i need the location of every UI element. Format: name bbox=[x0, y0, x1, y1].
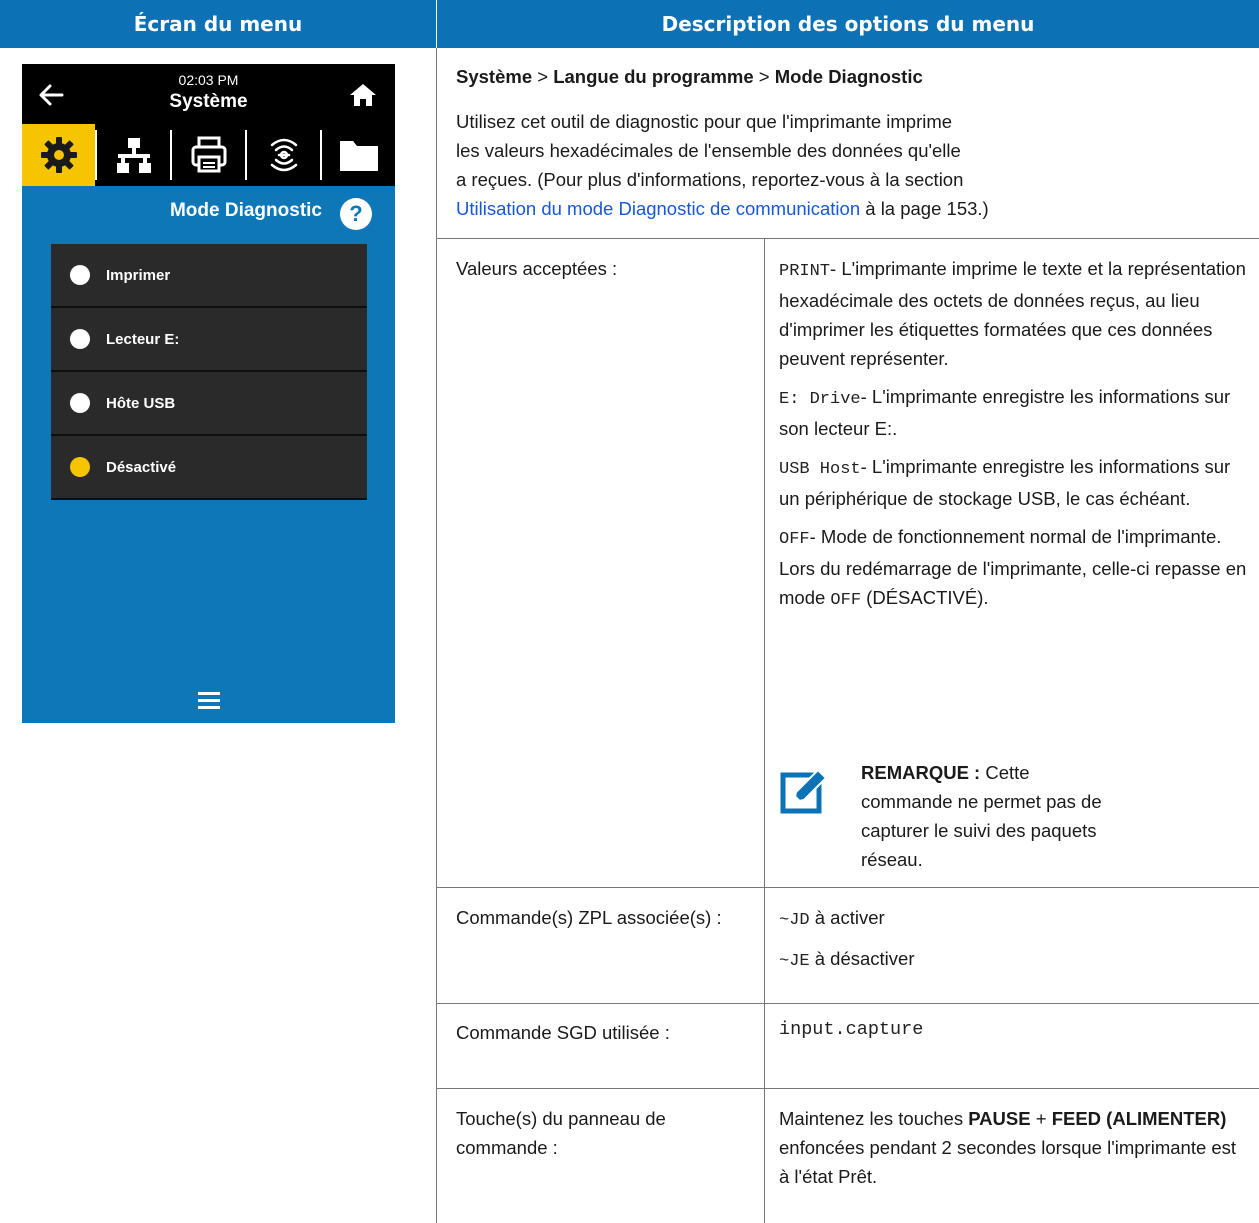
option-label: Imprimer bbox=[106, 266, 171, 284]
row-divider bbox=[437, 1003, 1259, 1004]
display-time: 02:03 PM bbox=[178, 72, 239, 88]
option-label: Hôte USB bbox=[106, 394, 176, 412]
wireless-icon bbox=[270, 138, 297, 172]
note-text: REMARQUE : Cette commande ne permet pas … bbox=[861, 762, 1102, 870]
header-menu-screen: Écran du menu bbox=[0, 0, 436, 48]
control-panel-keys-cell: Maintenez les touches PAUSE + FEED (ALIM… bbox=[779, 1108, 1237, 1187]
gear-icon bbox=[40, 137, 77, 173]
row-divider bbox=[437, 238, 1259, 239]
option-label: Désactivé bbox=[106, 458, 177, 476]
intro-paragraph: Utilisez cet outil de diagnostic pour qu… bbox=[456, 111, 989, 219]
option-label: Lecteur E: bbox=[106, 330, 180, 348]
row-label-zpl: Commande(s) ZPL associée(s) : bbox=[456, 907, 722, 928]
tab-printer[interactable] bbox=[172, 124, 245, 186]
display-subtitle: Mode Diagnostic bbox=[169, 200, 322, 221]
radio-icon bbox=[70, 329, 90, 349]
note-pencil-icon bbox=[780, 768, 828, 814]
header-menu-description: Description des options du menu bbox=[437, 0, 1259, 48]
display-tab-bar bbox=[22, 124, 395, 186]
help-icon[interactable]: ? bbox=[340, 198, 372, 230]
section-link[interactable]: Utilisation du mode Diagnostic de commun… bbox=[456, 198, 860, 219]
manual-page: Écran du menu Description des options du… bbox=[0, 0, 1259, 1223]
tab-network[interactable] bbox=[97, 124, 170, 186]
column-divider bbox=[436, 48, 437, 1223]
option-list: Imprimer Lecteur E: Hôte USB Désactivé bbox=[51, 244, 367, 500]
display-subheader: Mode Diagnostic ? bbox=[22, 186, 395, 242]
tab-connection[interactable] bbox=[247, 124, 320, 186]
row-label-sgd: Commande SGD utilisée : bbox=[456, 1022, 670, 1043]
folder-icon bbox=[339, 141, 378, 171]
row-divider bbox=[437, 887, 1259, 888]
option-e-drive[interactable]: Lecteur E: bbox=[51, 308, 367, 372]
tab-system[interactable] bbox=[22, 124, 95, 186]
printer-icon bbox=[191, 136, 226, 173]
home-icon[interactable] bbox=[346, 78, 380, 112]
network-icon bbox=[116, 138, 151, 173]
tab-storage[interactable] bbox=[322, 124, 395, 186]
row-label-accepted-values: Valeurs acceptées : bbox=[456, 258, 618, 279]
row-label-control-panel-keys: Touche(s) du panneau de commande : bbox=[456, 1108, 666, 1158]
option-disabled[interactable]: Désactivé bbox=[51, 436, 367, 500]
radio-selected-icon bbox=[70, 457, 90, 477]
display-title: Système bbox=[169, 91, 248, 112]
inner-column-divider bbox=[764, 238, 765, 1223]
row-divider bbox=[437, 1088, 1259, 1089]
printer-display-screen: 02:03 PM Système Mode Diagnostic ? Impri… bbox=[22, 64, 395, 723]
accepted-values-cell: PRINT- L'imprimante imprime le texte et … bbox=[779, 258, 1247, 610]
radio-icon bbox=[70, 265, 90, 285]
breadcrumb: Système > Langue du programme > Mode Dia… bbox=[456, 66, 923, 87]
zpl-commands-cell: ~JD à activer ~JE à désactiver bbox=[779, 907, 915, 971]
radio-icon bbox=[70, 393, 90, 413]
option-usb-host[interactable]: Hôte USB bbox=[51, 372, 367, 436]
display-top-bar: 02:03 PM Système bbox=[22, 64, 395, 124]
option-print[interactable]: Imprimer bbox=[51, 244, 367, 308]
hamburger-menu-icon[interactable] bbox=[198, 692, 220, 709]
sgd-command-cell: input.capture bbox=[779, 1019, 924, 1040]
